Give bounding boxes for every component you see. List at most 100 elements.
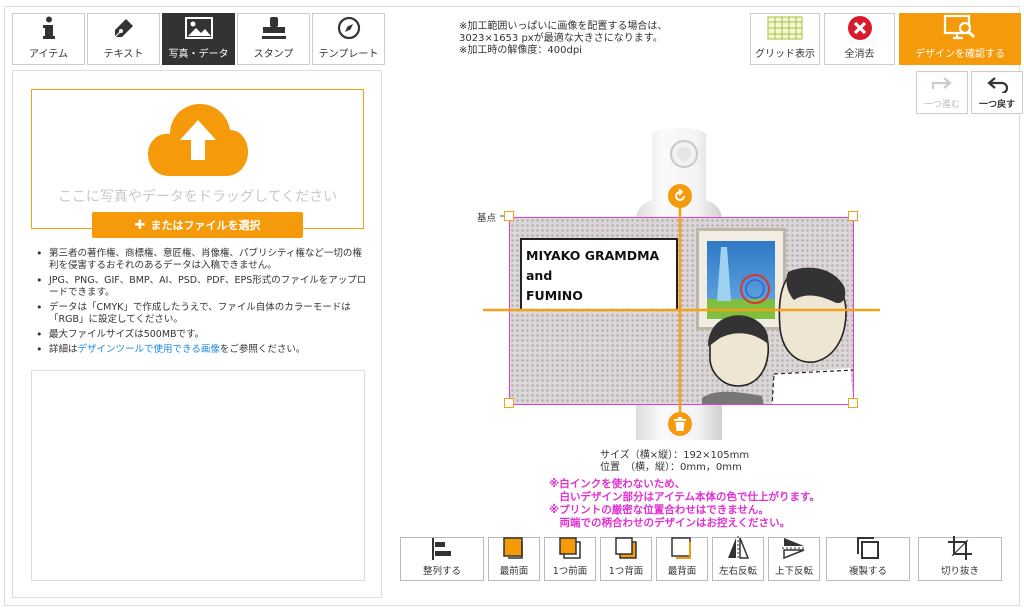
align-icon bbox=[431, 538, 453, 560]
crop-label: 切り抜き bbox=[940, 566, 979, 577]
resize-handle-top-right[interactable] bbox=[848, 211, 858, 221]
bring-forward-button[interactable]: 1つ前面 bbox=[544, 537, 596, 581]
upload-notes: 第三者の著作権、商標権、意匠権、肖像権、パブリシティ権など一切の権利を侵害するお… bbox=[33, 248, 369, 359]
delete-button[interactable] bbox=[668, 412, 692, 436]
resize-handle-bottom-right[interactable] bbox=[848, 398, 858, 408]
usable-images-link[interactable]: デザインツールで使用できる画像 bbox=[78, 344, 220, 355]
tool-tabs: アイテム テキスト 写真・データ スタンプ テンプレート bbox=[12, 13, 385, 65]
tab-photo-data-label: 写真・データ bbox=[168, 49, 229, 60]
tab-template-label: テンプレート bbox=[318, 49, 379, 60]
warning-line: 白いデザイン部分はアイテム本体の色で仕上がります。 bbox=[549, 491, 820, 503]
bring-to-front-label: 最前面 bbox=[499, 566, 529, 577]
flip-horizontal-label: 左右反転 bbox=[718, 566, 757, 577]
tab-text-label: テキスト bbox=[103, 49, 144, 60]
resize-handle-top-left[interactable] bbox=[504, 211, 514, 221]
undo-icon bbox=[984, 73, 1010, 97]
send-backward-icon bbox=[614, 536, 638, 560]
send-to-back-label: 最背面 bbox=[667, 566, 697, 577]
image-icon bbox=[184, 15, 213, 41]
undo-button[interactable]: 一つ戻す bbox=[971, 71, 1023, 114]
grid-toggle-button[interactable]: グリッド表示 bbox=[750, 13, 820, 65]
align-label: 整列する bbox=[422, 566, 461, 577]
drop-zone[interactable]: ここに写真やデータをドラッグしてください ✚ またはファイルを選択 bbox=[31, 89, 364, 238]
grid-toggle-label: グリッド表示 bbox=[755, 49, 815, 60]
list-item: JPG、PNG、GIF、BMP、AI、PSD、PDF、EPS形式のファイルをアッ… bbox=[33, 275, 369, 299]
bring-forward-label: 1つ前面 bbox=[552, 566, 588, 577]
duplicate-icon bbox=[856, 536, 880, 560]
compass-icon bbox=[337, 15, 361, 41]
list-item: 最大ファイルサイズは500MBです。 bbox=[33, 329, 369, 341]
flip-vertical-button[interactable]: 上下反転 bbox=[768, 537, 820, 581]
upload-panel: ここに写真やデータをドラッグしてください ✚ またはファイルを選択 第三者の著作… bbox=[12, 70, 382, 598]
undo-label: 一つ戻す bbox=[978, 100, 1015, 110]
design-canvas[interactable]: MIYAKO GRAMDMA and FUMINO bbox=[509, 217, 854, 405]
origin-label: 基点 bbox=[477, 213, 497, 224]
list-item: 第三者の著作権、商標権、意匠権、肖像権、パブリシティ権など一切の権利を侵害するお… bbox=[33, 248, 369, 272]
flip-horizontal-button[interactable]: 左右反転 bbox=[712, 536, 764, 581]
list-item: データは「CMYK」で作成したうえで、ファイル自体のカラーモードは「RGB」に設… bbox=[33, 302, 369, 326]
tab-item-label: アイテム bbox=[29, 49, 68, 60]
tab-item[interactable]: アイテム bbox=[12, 13, 85, 65]
design-text-line: FUMINO bbox=[526, 288, 583, 303]
note-line: ※加工範囲いっぱいに画像を配置する場合は、 bbox=[459, 21, 668, 32]
redo-label: 一つ進む bbox=[923, 100, 960, 110]
duplicate-label: 複製する bbox=[848, 566, 887, 577]
note-line: 3023×1653 pxが最適な大きさになります。 bbox=[459, 33, 663, 44]
trash-icon bbox=[674, 417, 686, 431]
pen-icon bbox=[112, 15, 136, 41]
rotate-button[interactable] bbox=[668, 184, 692, 208]
print-warnings: ※白インクを使わないため、 白いデザイン部分はアイテム本体の色で仕上がります。 … bbox=[549, 478, 820, 530]
cloud-upload-icon bbox=[146, 98, 250, 184]
design-text-line: and bbox=[526, 268, 553, 283]
monitor-search-icon bbox=[943, 14, 977, 42]
flip-vertical-icon bbox=[782, 536, 806, 560]
warning-line: ※プリントの厳密な位置合わせはできません。 bbox=[549, 504, 769, 516]
redo-button[interactable]: 一つ進む bbox=[916, 71, 968, 114]
plus-icon: ✚ bbox=[134, 217, 146, 233]
stamp-icon bbox=[261, 15, 287, 41]
grid-icon bbox=[767, 14, 803, 42]
confirm-design-button[interactable]: デザインを確認する bbox=[899, 13, 1021, 65]
design-text-line: MIYAKO GRAMDMA bbox=[526, 248, 660, 263]
flip-vertical-label: 上下反転 bbox=[774, 566, 813, 577]
position-readout: 位置 （横，縦）：0mm，0mm bbox=[600, 462, 742, 473]
note-prefix: 詳細は bbox=[49, 344, 78, 355]
tab-stamp-label: スタンプ bbox=[253, 49, 294, 60]
crop-icon bbox=[948, 536, 972, 560]
people-illustration bbox=[702, 267, 853, 404]
resize-handle-bottom-left[interactable] bbox=[504, 398, 514, 408]
confirm-design-label: デザインを確認する bbox=[915, 49, 1005, 60]
tab-photo-data[interactable]: 写真・データ bbox=[162, 13, 235, 65]
clear-all-button[interactable]: 全消去 bbox=[824, 13, 895, 65]
design-text-box[interactable]: MIYAKO GRAMDMA and FUMINO bbox=[520, 238, 678, 311]
uploaded-images-box bbox=[31, 370, 365, 581]
clear-all-label: 全消去 bbox=[844, 49, 875, 60]
tab-text[interactable]: テキスト bbox=[87, 13, 160, 65]
size-readout: サイズ（横×縦）：192×105mm bbox=[600, 450, 750, 461]
send-backward-button[interactable]: 1つ背面 bbox=[600, 537, 652, 581]
tab-template[interactable]: テンプレート bbox=[312, 13, 385, 65]
send-to-back-button[interactable]: 最背面 bbox=[656, 537, 708, 581]
rotate-icon bbox=[675, 189, 685, 201]
note-line: ※加工時の解像度：400dpi bbox=[459, 45, 582, 56]
drop-instruction: ここに写真やデータをドラッグしてください bbox=[57, 189, 338, 205]
placement-note: ※加工範囲いっぱいに画像を配置する場合は、 3023×1653 pxが最適な大き… bbox=[459, 21, 667, 57]
crop-button[interactable]: 切り抜き bbox=[918, 536, 1002, 581]
send-to-back-icon bbox=[670, 536, 694, 560]
note-suffix: をご参照ください。 bbox=[219, 344, 306, 355]
align-button[interactable]: 整列する bbox=[400, 537, 484, 581]
duplicate-button[interactable]: 複製する bbox=[826, 537, 910, 581]
info-icon bbox=[42, 15, 56, 41]
send-backward-label: 1つ背面 bbox=[608, 566, 644, 577]
select-file-label: またはファイルを選択 bbox=[150, 219, 261, 232]
bring-to-front-button[interactable]: 最前面 bbox=[488, 537, 540, 581]
size-position-info: サイズ（横×縦）：192×105mm 位置 （横，縦）：0mm，0mm bbox=[600, 450, 749, 474]
redo-icon bbox=[929, 73, 955, 97]
select-file-button[interactable]: ✚ またはファイルを選択 bbox=[92, 212, 303, 238]
warning-line: 両端での柄合わせのデザインはお控えください。 bbox=[549, 517, 791, 529]
list-item: 詳細はデザインツールで使用できる画像をご参照ください。 bbox=[33, 344, 369, 356]
flip-horizontal-icon bbox=[726, 536, 750, 560]
warning-line: ※白インクを使わないため、 bbox=[549, 478, 686, 490]
tab-stamp[interactable]: スタンプ bbox=[237, 13, 310, 65]
bring-forward-icon bbox=[558, 536, 582, 560]
